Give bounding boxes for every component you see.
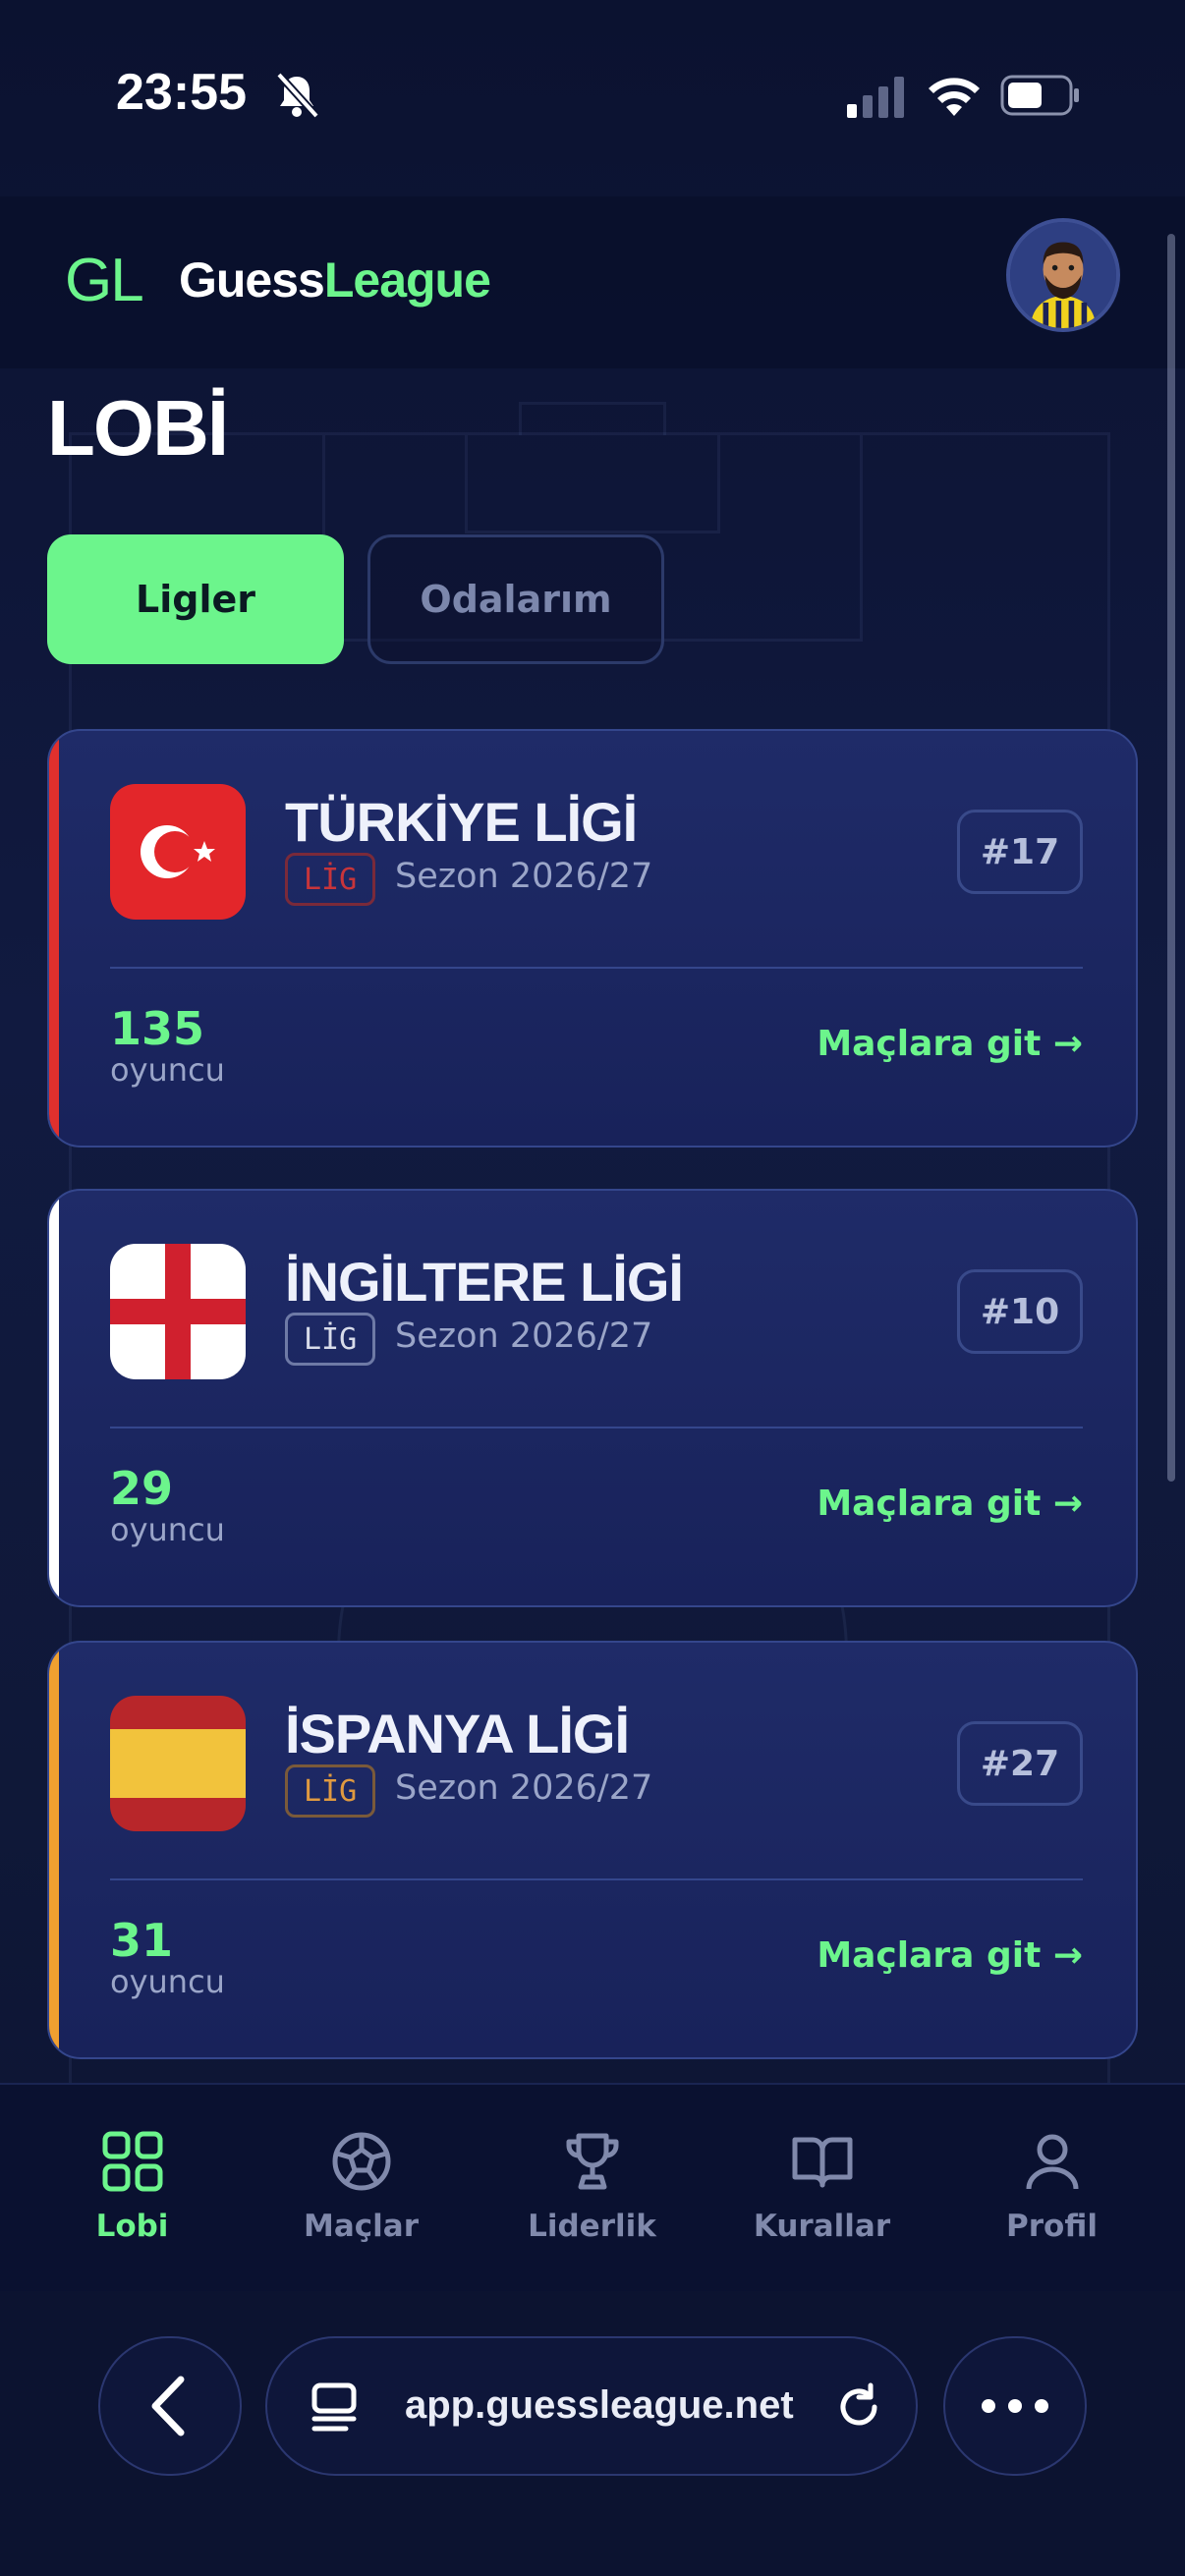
- nav-label: Kurallar: [753, 2209, 891, 2244]
- player-count-label: oyuncu: [110, 1963, 225, 2000]
- scrollbar[interactable]: [1167, 234, 1175, 1482]
- go-to-matches-link[interactable]: Maçlara git →: [817, 1935, 1083, 1976]
- league-name: İNGİLTERE LİGİ: [285, 1251, 684, 1313]
- browser-back-button[interactable]: [98, 2336, 242, 2476]
- league-card-england[interactable]: İNGİLTERE LİGİ LİG Sezon 2026/27 #10 29 …: [47, 1189, 1138, 1607]
- card-divider: [110, 1427, 1083, 1428]
- trophy-icon: [566, 2133, 618, 2190]
- browser-toolbar: app.guessleague.net: [0, 2291, 1185, 2576]
- league-tag: LİG: [285, 1764, 376, 1818]
- bottom-nav: Lobi Maçlar Liderlik Kurallar Profil: [0, 2083, 1185, 2291]
- league-rank-badge: #27: [957, 1721, 1083, 1806]
- nav-label: Maçlar: [304, 2209, 419, 2244]
- user-icon: [1026, 2134, 1078, 2190]
- league-tag: LİG: [285, 853, 376, 906]
- status-bar: 23:55: [0, 0, 1185, 196]
- player-count: 31: [110, 1914, 174, 1967]
- card-accent: [49, 731, 59, 1146]
- nav-label: Profil: [1006, 2209, 1098, 2244]
- spain-flag-icon: [110, 1696, 246, 1831]
- go-to-matches-link[interactable]: Maçlara git →: [817, 1484, 1083, 1524]
- league-season: Sezon 2026/27: [395, 1768, 653, 1808]
- league-tag: LİG: [285, 1313, 376, 1366]
- turkey-flag-icon: [110, 784, 246, 920]
- nav-item-leaderboard[interactable]: Liderlik: [474, 2085, 710, 2293]
- card-divider: [110, 1878, 1083, 1880]
- chevron-left-icon: [151, 2376, 185, 2436]
- book-icon: [792, 2137, 852, 2188]
- status-time: 23:55: [116, 64, 247, 121]
- player-count: 29: [110, 1462, 174, 1515]
- brand-part1: Guess: [179, 252, 325, 308]
- brand-name[interactable]: GuessLeague: [179, 252, 491, 308]
- soccer-ball-icon: [332, 2132, 390, 2191]
- nav-item-profile[interactable]: Profil: [933, 2085, 1170, 2293]
- player-count-label: oyuncu: [110, 1511, 225, 1548]
- tab-leagues[interactable]: Ligler: [47, 534, 344, 664]
- england-flag-icon: [110, 1244, 246, 1379]
- nav-label: Lobi: [95, 2209, 169, 2244]
- card-divider: [110, 967, 1083, 969]
- player-count-label: oyuncu: [110, 1051, 225, 1089]
- league-name: İSPANYA LİGİ: [285, 1703, 630, 1764]
- league-name: TÜRKİYE LİGİ: [285, 791, 638, 853]
- bell-muted-icon: [276, 72, 319, 119]
- battery-icon: [1000, 75, 1079, 116]
- url-text: app.guessleague.net: [405, 2383, 794, 2427]
- nav-item-rules[interactable]: Kurallar: [704, 2085, 940, 2293]
- league-card-spain[interactable]: İSPANYA LİGİ LİG Sezon 2026/27 #27 31 oy…: [47, 1641, 1138, 2059]
- reload-icon: [840, 2382, 877, 2426]
- league-rank-badge: #17: [957, 810, 1083, 894]
- card-accent: [49, 1643, 59, 2057]
- url-bar[interactable]: app.guessleague.net: [265, 2336, 918, 2476]
- league-card-turkey[interactable]: TÜRKİYE LİGİ LİG Sezon 2026/27 #17 135 o…: [47, 729, 1138, 1148]
- card-accent: [49, 1191, 59, 1605]
- league-season: Sezon 2026/27: [395, 857, 653, 896]
- go-to-matches-link[interactable]: Maçlara git →: [817, 1024, 1083, 1064]
- nav-label: Liderlik: [528, 2209, 656, 2244]
- wifi-icon: [929, 78, 980, 116]
- league-rank-badge: #10: [957, 1269, 1083, 1354]
- app-screen: 23:55 GL GuessLeague LOBİ Ligler Odaları…: [0, 0, 1185, 2576]
- nav-item-matches[interactable]: Maçlar: [243, 2085, 480, 2293]
- tab-my-rooms[interactable]: Odalarım: [367, 534, 664, 664]
- brand-part2: League: [323, 252, 491, 308]
- grid-icon: [102, 2131, 162, 2192]
- page-title: LOBİ: [47, 384, 229, 472]
- league-season: Sezon 2026/27: [395, 1316, 653, 1356]
- browser-more-button[interactable]: [943, 2336, 1087, 2476]
- tabs-icon: [311, 2382, 357, 2432]
- avatar-image: [1010, 222, 1116, 328]
- user-avatar[interactable]: [1006, 218, 1120, 332]
- cellular-signal-icon: [847, 77, 904, 118]
- player-count: 135: [110, 1002, 205, 1055]
- logo-mark[interactable]: GL: [65, 246, 144, 315]
- nav-item-lobby[interactable]: Lobi: [14, 2085, 251, 2293]
- more-dots-icon: [982, 2399, 1048, 2413]
